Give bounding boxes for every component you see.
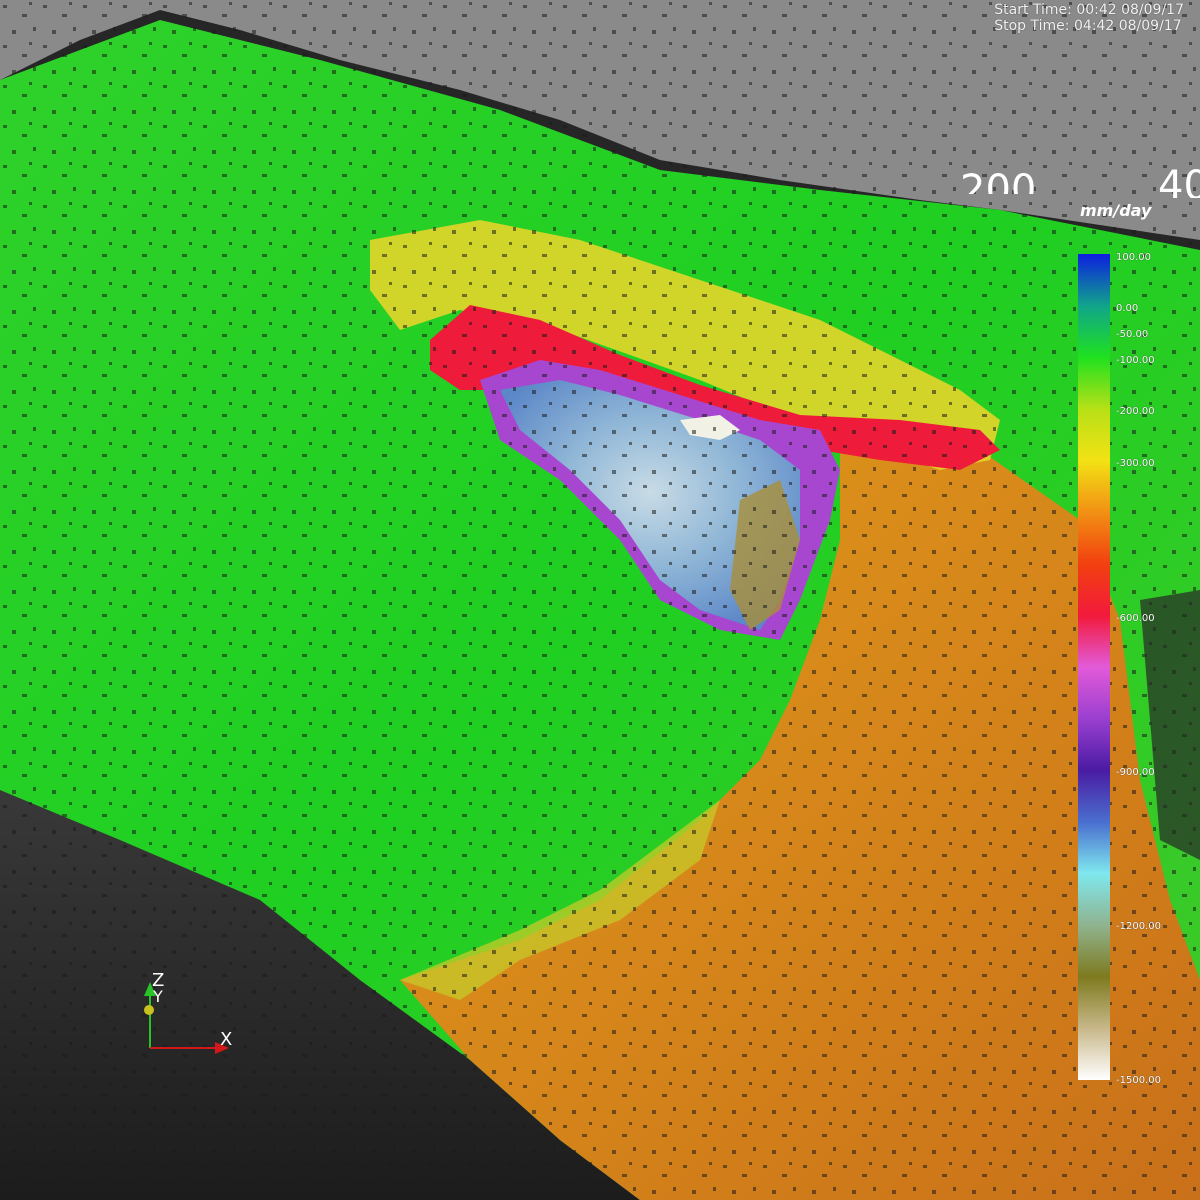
stop-time: Stop Time: 04:42 08/09/17 [994, 18, 1182, 34]
colorbar-label: -200.00 [1116, 406, 1155, 417]
colorbar-unit: mm/day [1080, 201, 1152, 220]
colorbar-fill [1078, 254, 1110, 1080]
colorbar [1078, 254, 1110, 1080]
colorbar-label: -50.00 [1116, 329, 1149, 340]
colorbar-label: -1500.00 [1116, 1075, 1161, 1086]
start-time: Start Time: 00:42 08/09/17 [994, 2, 1184, 18]
colorbar-label: -600.00 [1116, 613, 1155, 624]
time-info: Start Time: 00:42 08/09/17 Stop Time: 04… [994, 2, 1184, 34]
triad-y-label: Y [153, 987, 163, 1006]
colorbar-label: -900.00 [1116, 767, 1155, 778]
triad-x-label: X [220, 1029, 233, 1050]
colorbar-label: -100.00 [1116, 355, 1155, 366]
colorbar-label: 100.00 [1116, 252, 1151, 263]
colorbar-label: -300.00 [1116, 458, 1155, 469]
colorbar-label: -1200.00 [1116, 921, 1161, 932]
colorbar-label: 0.00 [1116, 303, 1139, 314]
